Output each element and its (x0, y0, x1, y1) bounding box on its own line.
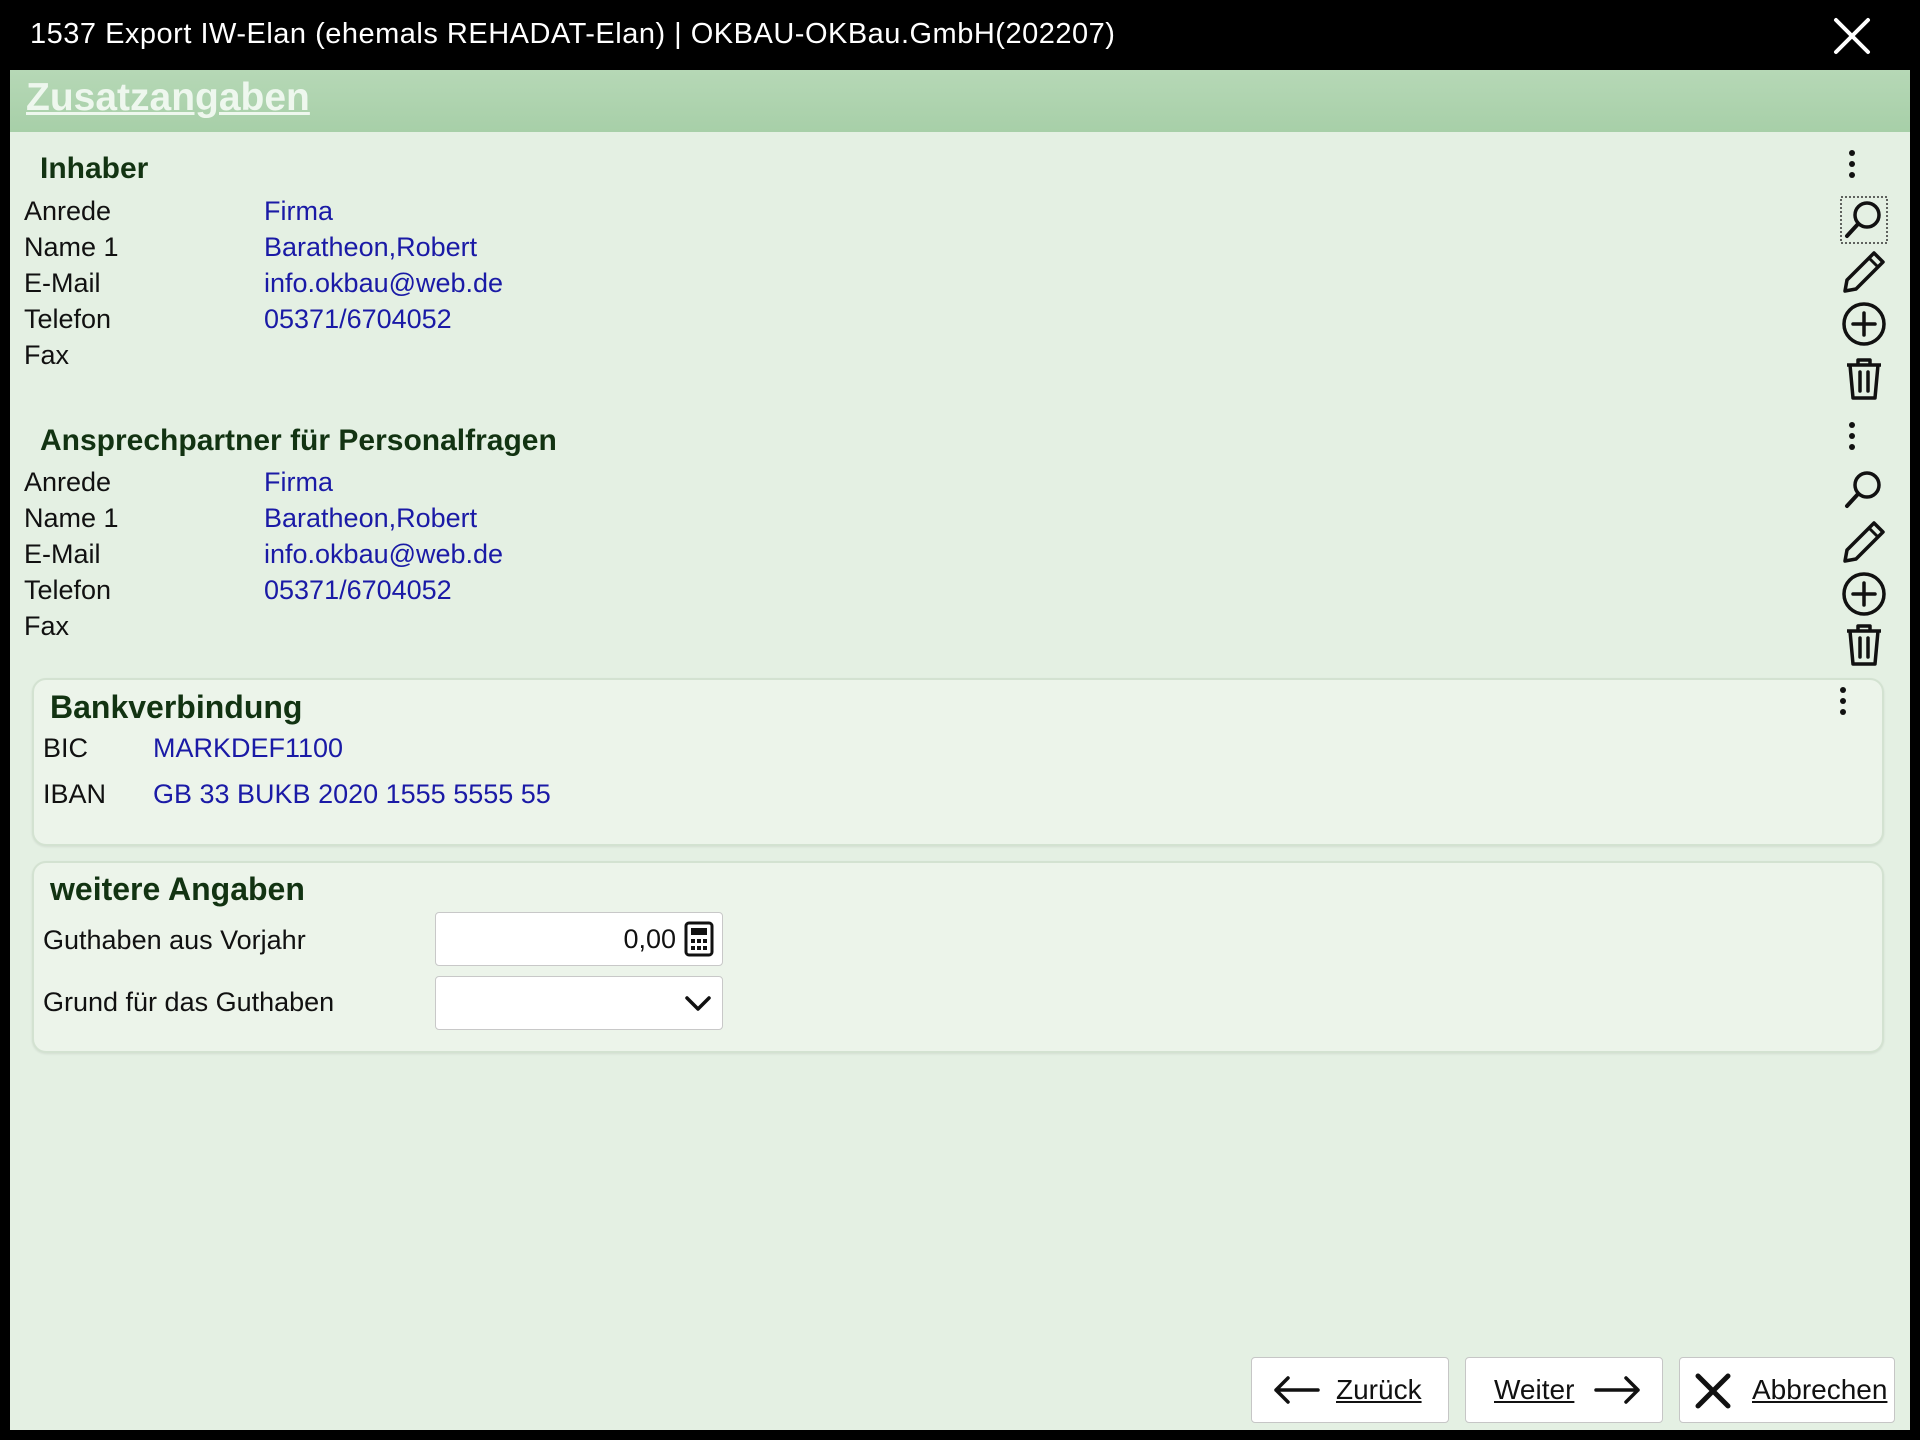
pencil-icon[interactable] (1840, 248, 1888, 296)
arrow-left-icon (1274, 1376, 1320, 1404)
next-button[interactable]: Weiter (1465, 1357, 1663, 1423)
page-header: Zusatzangaben (10, 70, 1910, 132)
cancel-button-label: Abbrechen (1752, 1374, 1888, 1405)
pencil-icon[interactable] (1840, 518, 1888, 566)
panel-weitere-angaben (32, 861, 1884, 1053)
close-icon[interactable] (1832, 16, 1872, 56)
cancel-button[interactable]: Abbrechen (1679, 1357, 1895, 1423)
grund-select[interactable] (435, 976, 723, 1030)
plus-circle-icon[interactable] (1840, 300, 1888, 348)
calculator-icon[interactable] (684, 921, 714, 957)
label-guthaben: Guthaben aus Vorjahr (43, 925, 306, 955)
section-title-weitere-angaben: weitere Angaben (50, 871, 305, 907)
value-email: info.okbau@web.de (264, 268, 504, 298)
label-email: E-Mail (24, 539, 101, 569)
label-email: E-Mail (24, 268, 101, 298)
section-title-bankverbindung: Bankverbindung (50, 689, 303, 725)
kebab-menu-icon[interactable] (1839, 687, 1847, 721)
label-name1: Name 1 (24, 232, 119, 262)
section-title-inhaber: Inhaber (40, 152, 149, 185)
value-telefon: 05371/6704052 (264, 304, 452, 334)
label-anrede: Anrede (24, 196, 112, 226)
kebab-menu-icon[interactable] (1848, 422, 1856, 456)
plus-circle-icon[interactable] (1840, 570, 1888, 618)
label-telefon: Telefon (24, 575, 112, 605)
kebab-menu-icon[interactable] (1848, 150, 1856, 184)
section-title-ansprechpartner: Ansprechpartner für Personalfragen (40, 424, 557, 457)
label-telefon: Telefon (24, 304, 112, 334)
next-button-label: Weiter (1494, 1374, 1575, 1405)
value-telefon: 05371/6704052 (264, 575, 452, 605)
guthaben-input[interactable]: 0,00 (435, 912, 723, 966)
window-title: 1537 Export IW-Elan (ehemals REHADAT-Ela… (30, 18, 1116, 50)
search-icon[interactable] (1840, 196, 1888, 244)
trash-icon[interactable] (1840, 620, 1888, 668)
arrow-right-icon (1594, 1376, 1640, 1404)
guthaben-value: 0,00 (623, 924, 676, 954)
label-fax: Fax (24, 611, 70, 641)
trash-icon[interactable] (1840, 354, 1888, 402)
label-bic: BIC (43, 733, 89, 763)
value-anrede: Firma (264, 467, 333, 497)
back-button[interactable]: Zurück (1251, 1357, 1449, 1423)
label-name1: Name 1 (24, 503, 119, 533)
window-titlebar: 1537 Export IW-Elan (ehemals REHADAT-Ela… (0, 0, 1920, 70)
value-name1: Baratheon,Robert (264, 503, 478, 533)
back-button-label: Zurück (1336, 1374, 1422, 1405)
label-grund: Grund für das Guthaben (43, 987, 335, 1017)
value-iban: GB 33 BUKB 2020 1555 5555 55 (153, 779, 551, 809)
value-anrede: Firma (264, 196, 333, 226)
value-email: info.okbau@web.de (264, 539, 504, 569)
label-fax: Fax (24, 340, 70, 370)
chevron-down-icon[interactable] (684, 991, 712, 1015)
value-name1: Baratheon,Robert (264, 232, 478, 262)
label-iban: IBAN (43, 779, 107, 809)
search-icon[interactable] (1840, 466, 1888, 514)
value-bic: MARKDEF1100 (153, 733, 344, 763)
label-anrede: Anrede (24, 467, 112, 497)
close-icon (1695, 1373, 1731, 1409)
page-title: Zusatzangaben (26, 76, 310, 119)
